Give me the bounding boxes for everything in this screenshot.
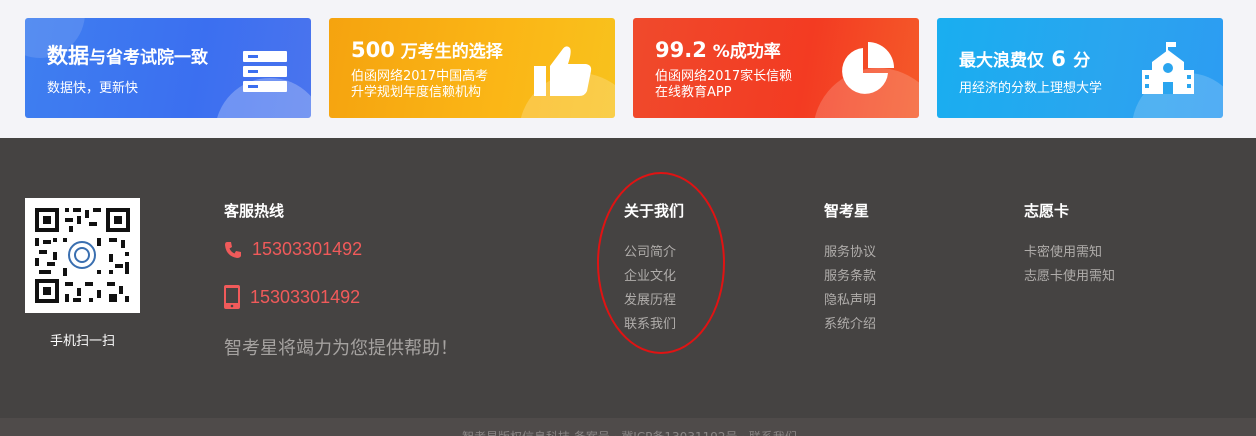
support-slogan: 智考星将竭力为您提供帮助！ bbox=[224, 338, 458, 359]
banner-subtitle: 数据快，更新快 bbox=[47, 81, 139, 96]
pie-chart-icon bbox=[842, 42, 894, 94]
footer-col-title-zhikaoxing: 智考星 bbox=[824, 202, 870, 220]
banner-title: 99.2 %成功率 bbox=[655, 38, 781, 62]
footer-link-card-usage-guide[interactable]: 志愿卡使用需知 bbox=[1024, 265, 1115, 284]
school-building-icon bbox=[1142, 42, 1194, 94]
hotline-title: 客服热线 bbox=[224, 202, 285, 220]
footer-copyright-bar: 智考星版权信息科技 备案号 · 冀ICP备13031192号 · 联系我们 bbox=[0, 418, 1256, 436]
thumbs-up-icon bbox=[534, 46, 592, 96]
feature-banner-row: 数据与省考试院一致 数据快，更新快 500 万考生的选择 伯函网络2017中国高… bbox=[0, 0, 1256, 138]
phone-row-1: 15303301492 bbox=[224, 239, 362, 260]
banner-subtitle-line2: 升学规划年度信赖机构 bbox=[351, 85, 482, 100]
banner-title: 数据与省考试院一致 bbox=[47, 44, 208, 68]
phone-row-2: 15303301492 bbox=[224, 285, 360, 309]
phone-number-2[interactable]: 15303301492 bbox=[250, 287, 360, 308]
banner-title: 500 万考生的选择 bbox=[351, 38, 503, 62]
server-icon bbox=[243, 51, 287, 92]
footer-link-service-terms[interactable]: 服务条款 bbox=[824, 265, 876, 284]
footer-link-system-intro[interactable]: 系统介绍 bbox=[824, 313, 876, 332]
banner-data-accuracy[interactable]: 数据与省考试院一致 数据快，更新快 bbox=[25, 18, 311, 118]
copyright-text: 智考星版权信息科技 备案号 · 冀ICP备13031192号 · 联系我们 bbox=[462, 428, 797, 436]
qr-code bbox=[25, 198, 140, 313]
footer-col-title-card: 志愿卡 bbox=[1024, 202, 1070, 220]
qr-code-image bbox=[35, 208, 130, 303]
banner-subtitle: 用经济的分数上理想大学 bbox=[959, 81, 1103, 96]
phone-icon bbox=[225, 241, 241, 258]
mobile-phone-icon bbox=[224, 285, 240, 309]
highlight-ring-annotation bbox=[597, 172, 725, 354]
footer-link-service-agreement[interactable]: 服务协议 bbox=[824, 241, 876, 260]
banner-students-choice[interactable]: 500 万考生的选择 伯函网络2017中国高考 升学规划年度信赖机构 bbox=[329, 18, 615, 118]
banner-title: 最大浪费仅 6 分 bbox=[959, 47, 1091, 71]
qr-label: 手机扫一扫 bbox=[49, 334, 115, 349]
footer-link-privacy[interactable]: 隐私声明 bbox=[824, 289, 876, 308]
banner-min-waste[interactable]: 最大浪费仅 6 分 用经济的分数上理想大学 bbox=[937, 18, 1223, 118]
banner-success-rate[interactable]: 99.2 %成功率 伯函网络2017家长信赖 在线教育APP bbox=[633, 18, 919, 118]
footer-link-card-code-guide[interactable]: 卡密使用需知 bbox=[1024, 241, 1102, 260]
banner-subtitle-line2: 在线教育APP bbox=[655, 85, 732, 100]
phone-number-1[interactable]: 15303301492 bbox=[252, 239, 362, 260]
